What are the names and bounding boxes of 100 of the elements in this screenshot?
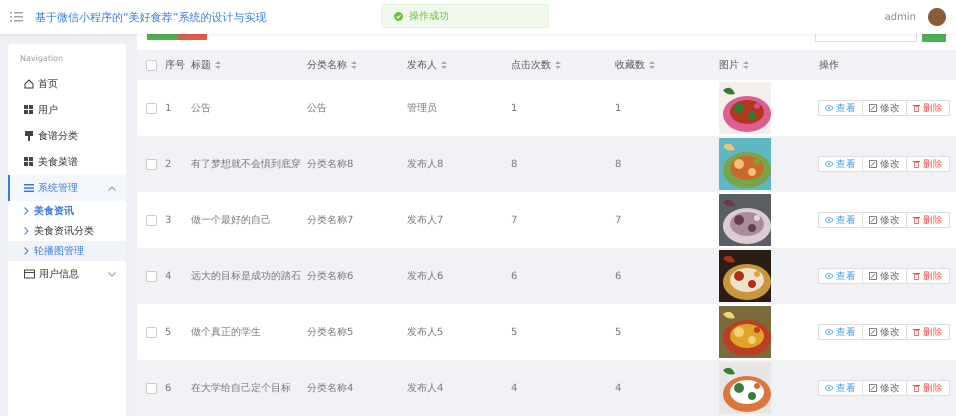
checkbox[interactable]	[146, 326, 156, 338]
trash-icon	[913, 104, 920, 112]
table-cell-text: 公告	[191, 102, 211, 115]
table-cell-text: 发布人8	[407, 158, 444, 171]
column-header[interactable]: 标题	[191, 58, 221, 72]
view-button[interactable]: 查看	[818, 268, 863, 284]
home-icon	[24, 79, 34, 89]
delete-button[interactable]: 删除	[906, 324, 950, 340]
column-header[interactable]: 收藏数	[615, 58, 655, 72]
table-cell-text: 分类名称5	[307, 326, 354, 339]
sort-icon[interactable]	[555, 61, 561, 69]
table-cell-text: 发布人6	[407, 270, 444, 283]
edit-icon	[869, 104, 877, 112]
column-header[interactable]: 图片	[719, 58, 749, 72]
table-cell: 3	[165, 214, 172, 226]
column-header: 操作	[819, 59, 839, 72]
app-title: 基于微信小程序的“美好食荐”系统的设计与实现	[35, 10, 266, 24]
table-cell-text: 发布人4	[407, 382, 444, 395]
view-button[interactable]: 查看	[818, 380, 863, 396]
column-header[interactable]: 分类名称	[307, 58, 357, 72]
edit-button[interactable]: 修改	[862, 268, 907, 284]
grid-icon	[24, 105, 34, 115]
menu-item[interactable]: 用户信息	[8, 261, 126, 287]
checkbox[interactable]	[146, 60, 156, 70]
table-cell: 8	[511, 158, 518, 170]
eye-icon	[825, 217, 833, 223]
table-cell-text: 发布人7	[407, 214, 444, 227]
delete-button[interactable]: 删除	[906, 100, 950, 116]
table-cell: 5	[165, 326, 172, 338]
table-cell-text: 远大的目标是成功的踏石	[191, 270, 301, 283]
table-cell: 6	[615, 270, 622, 282]
column-header[interactable]: 发布人	[407, 58, 447, 72]
checkbox[interactable]	[146, 158, 156, 170]
toast-message: 操作成功	[409, 10, 449, 23]
delete-button[interactable]: 删除	[906, 156, 950, 172]
submenu-item[interactable]: 美食资讯	[8, 201, 126, 221]
chevron-right-icon	[24, 207, 29, 215]
table-cell-text: 分类名称8	[307, 158, 354, 171]
menu-icon[interactable]	[10, 12, 23, 22]
table-cell: 1	[615, 102, 622, 114]
table-cell: 4	[615, 382, 622, 394]
card-icon	[24, 269, 35, 279]
edit-button[interactable]: 修改	[862, 156, 907, 172]
view-button[interactable]: 查看	[818, 156, 863, 172]
table-cell-text: 发布人5	[407, 326, 444, 339]
table-cell-text: 分类名称6	[307, 270, 354, 283]
table-cell: 8	[615, 158, 622, 170]
chevron-right-icon	[24, 227, 29, 235]
sort-icon[interactable]	[215, 61, 221, 69]
menu-item[interactable]: 食谱分类	[8, 123, 126, 149]
menu-item[interactable]: 首页	[8, 71, 126, 97]
table-cell: 4	[165, 270, 172, 282]
submenu-item[interactable]: 美食资讯分类	[8, 221, 126, 241]
eye-icon	[825, 105, 833, 111]
delete-button[interactable]: 删除	[906, 380, 950, 396]
checkbox[interactable]	[146, 214, 156, 226]
trash-icon	[913, 272, 920, 280]
sort-icon[interactable]	[649, 61, 655, 69]
chevron-right-icon	[24, 247, 29, 255]
view-button[interactable]: 查看	[818, 100, 863, 116]
column-header[interactable]: 点击次数	[511, 58, 561, 72]
view-button[interactable]: 查看	[818, 324, 863, 340]
edit-button[interactable]: 修改	[862, 380, 907, 396]
trash-icon	[913, 216, 920, 224]
edit-icon	[869, 328, 877, 336]
chevron-up-icon	[108, 186, 116, 190]
table-cell: 1	[511, 102, 518, 114]
grid-icon	[24, 157, 34, 167]
sort-icon[interactable]	[351, 61, 357, 69]
checkbox[interactable]	[146, 270, 156, 282]
user-name[interactable]: admin	[884, 12, 916, 22]
search-button[interactable]	[922, 34, 946, 42]
avatar[interactable]	[928, 8, 946, 26]
search-field[interactable]	[815, 34, 917, 42]
view-button[interactable]: 查看	[818, 212, 863, 228]
edit-button[interactable]: 修改	[862, 324, 907, 340]
edit-button[interactable]: 修改	[862, 212, 907, 228]
sort-icon[interactable]	[441, 61, 447, 69]
table-cell-text: 有了梦想就不会惧到底穿	[191, 158, 301, 171]
column-header: 序号	[165, 58, 185, 72]
add-button[interactable]	[147, 34, 177, 40]
pin-icon	[24, 131, 34, 141]
menu-item[interactable]: 用户	[8, 97, 126, 123]
table-cell: 4	[511, 382, 518, 394]
edit-icon	[869, 272, 877, 280]
delete-button[interactable]: 删除	[906, 268, 950, 284]
table-cell-text: 做个真正的学生	[191, 326, 261, 339]
delete-button[interactable]: 删除	[906, 212, 950, 228]
submenu-item[interactable]: 轮播图管理	[8, 241, 126, 261]
delete-button[interactable]	[177, 34, 207, 40]
menu-item[interactable]: 美食菜谱	[8, 149, 126, 175]
chevron-down-icon	[108, 272, 116, 276]
edit-button[interactable]: 修改	[862, 100, 907, 116]
sort-icon[interactable]	[743, 61, 749, 69]
menu-item[interactable]: 系统管理	[8, 175, 126, 201]
table-cell-text: 分类名称4	[307, 382, 354, 395]
table-cell: 7	[511, 214, 518, 226]
checkbox[interactable]	[146, 102, 156, 114]
table-cell-text: 管理员	[407, 102, 437, 115]
checkbox[interactable]	[146, 382, 156, 394]
